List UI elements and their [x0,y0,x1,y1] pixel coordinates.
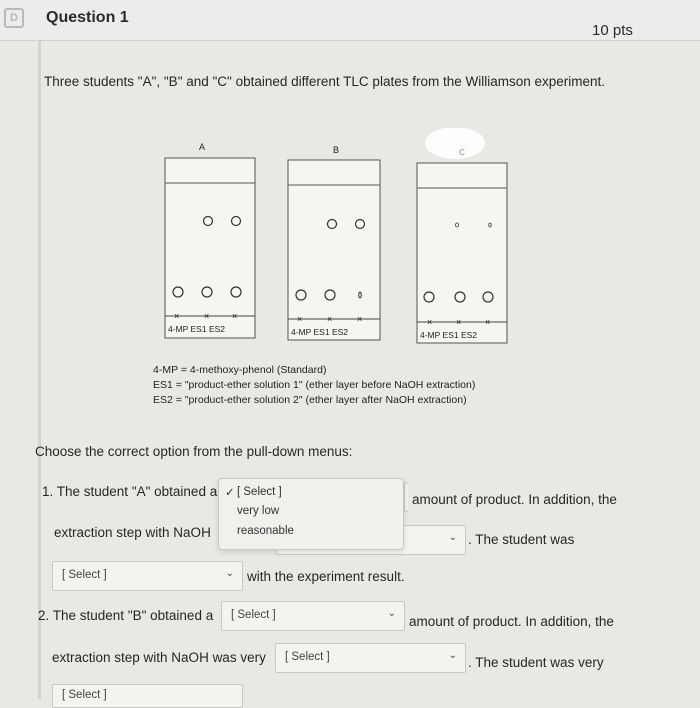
plate-a-label: A [199,142,205,152]
plate-c-label: C [459,148,465,157]
question-header: D Question 1 10 pts [0,0,700,41]
q1-select-1-dropdown[interactable]: ✓ [ Select ] very low reasonable [218,478,404,550]
chevron-down-icon: ⌄ [448,650,457,661]
dropdown-option-select[interactable]: [ Select ] [237,486,282,498]
q2-select-2[interactable]: [ Select ] ⌄ [275,643,466,673]
dropdown-option-reasonable[interactable]: reasonable [237,525,294,537]
svg-text:×: × [456,317,461,327]
q2-select-3[interactable]: [ Select ] [52,684,243,708]
q1-text-4: . The student was [468,532,575,547]
tlc-plate-c: C × × × 4-MP ES1 ES2 [416,128,508,344]
tlc-plates-figure: A × × × 4-MP ES1 ES2 B × × × 4-MP ES1 ES2 [164,128,508,344]
q2-text-3: extraction step with NaOH was very [52,650,266,665]
plate-b-label: B [333,145,339,155]
svg-text:×: × [174,311,179,321]
chevron-down-icon: ⌄ [387,608,396,619]
tlc-plate-b: B × × × 4-MP ES1 ES2 [287,145,381,341]
svg-text:×: × [204,311,209,321]
dropdown-option-very-low[interactable]: very low [237,505,279,517]
chevron-down-icon: ⌄ [448,532,457,543]
abbreviation-legend: 4-MP = 4-methoxy-phenol (Standard) ES1 =… [153,363,475,408]
svg-text:×: × [357,314,362,324]
q2-text-4: . The student was very [468,655,604,670]
plate-b-lanes: 4-MP ES1 ES2 [291,327,348,337]
document-icon: D [4,8,24,28]
legend-line-3: ES2 = "product-ether solution 2" (ether … [153,394,467,406]
q1-text-2: amount of product. In addition, the [412,492,617,507]
question-intro: Three students "A", "B" and "C" obtained… [44,74,606,89]
left-border [38,40,41,699]
legend-line-1: 4-MP = 4-methoxy-phenol (Standard) [153,364,327,376]
q2-select-3-value: [ Select ] [62,689,107,701]
q1-select-3-value: [ Select ] [62,569,107,581]
tlc-plate-a: A × × × 4-MP ES1 ES2 [164,142,256,339]
q1-select-1-edge[interactable] [404,482,408,512]
q2-select-1-value: [ Select ] [231,609,276,621]
q1-select-3[interactable]: [ Select ] ⌄ [52,561,243,591]
chevron-down-icon: ⌄ [225,568,234,579]
svg-text:×: × [427,317,432,327]
question-points: 10 pts [592,22,633,39]
q2-text-2: amount of product. In addition, the [409,614,614,629]
q2-select-2-value: [ Select ] [285,651,330,663]
svg-text:×: × [232,311,237,321]
q1-text-5: with the experiment result. [247,569,405,584]
checkmark-icon: ✓ [225,487,235,499]
question-title: Question 1 [46,9,129,26]
q1-text-3: extraction step with NaOH [54,525,211,540]
svg-text:×: × [327,314,332,324]
q2-select-1[interactable]: [ Select ] ⌄ [221,601,405,631]
svg-text:×: × [485,317,490,327]
legend-line-2: ES1 = "product-ether solution 1" (ether … [153,379,476,391]
q1-text-1: 1. The student "A" obtained a [42,484,218,499]
instructions: Choose the correct option from the pull-… [35,444,353,459]
svg-text:×: × [297,314,302,324]
plate-c-lanes: 4-MP ES1 ES2 [420,330,477,340]
plate-a-lanes: 4-MP ES1 ES2 [168,324,225,334]
q2-text-1: 2. The student "B" obtained a [38,608,214,623]
